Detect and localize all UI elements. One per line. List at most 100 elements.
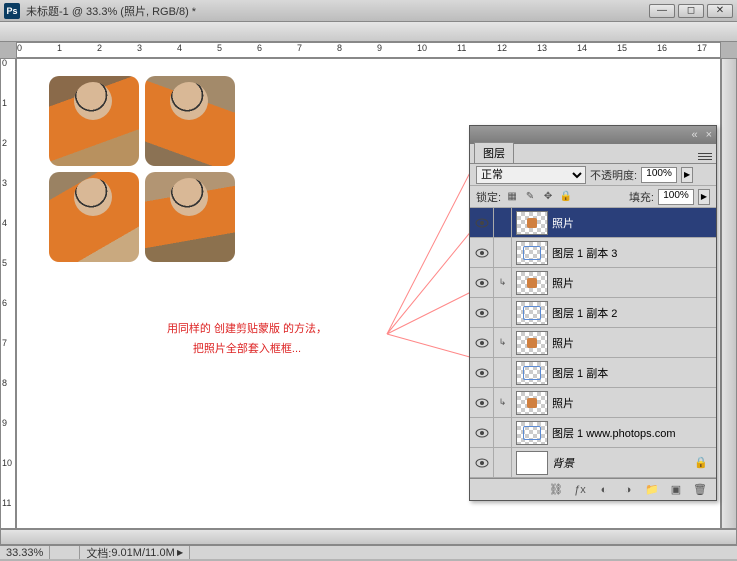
- panel-collapse-icon[interactable]: «: [691, 129, 697, 141]
- panel-tabs: 图层: [470, 144, 716, 164]
- ruler-h-number: 4: [177, 43, 182, 53]
- tab-layers[interactable]: 图层: [474, 142, 514, 163]
- doc-size-label: 文档:: [86, 545, 111, 561]
- visibility-toggle[interactable]: [470, 388, 494, 417]
- ruler-h-number: 12: [497, 43, 507, 53]
- lock-position-icon[interactable]: ✥: [541, 190, 555, 204]
- blend-mode-select[interactable]: 正常: [476, 166, 586, 184]
- opacity-flyout-icon[interactable]: ▶: [681, 167, 693, 183]
- link-layers-icon[interactable]: ⛓: [548, 482, 564, 498]
- visibility-toggle[interactable]: [470, 238, 494, 267]
- ruler-v-number: 7: [2, 339, 16, 347]
- clip-indicator: ↳: [494, 268, 512, 297]
- ruler-h-number: 8: [337, 43, 342, 53]
- lock-paint-icon[interactable]: ✎: [523, 190, 537, 204]
- layer-name[interactable]: 照片: [552, 395, 574, 411]
- layer-row[interactable]: 图层 1 www.photops.com: [470, 418, 716, 448]
- layer-thumbnail[interactable]: [516, 211, 548, 235]
- layer-thumbnail[interactable]: [516, 241, 548, 265]
- layer-name[interactable]: 图层 1 副本 3: [552, 245, 617, 261]
- visibility-toggle[interactable]: [470, 358, 494, 387]
- layer-style-icon[interactable]: ƒx: [572, 482, 588, 498]
- layer-row[interactable]: ↳ 照片: [470, 268, 716, 298]
- ruler-h-number: 7: [297, 43, 302, 53]
- panel-close-icon[interactable]: ×: [706, 129, 712, 141]
- visibility-toggle[interactable]: [470, 328, 494, 357]
- opacity-field[interactable]: 100%: [641, 167, 677, 183]
- new-layer-icon[interactable]: ▣: [668, 482, 684, 498]
- lock-transparency-icon[interactable]: ▦: [505, 190, 519, 204]
- ruler-v-number: 1: [2, 99, 16, 107]
- clip-indicator: ↳: [494, 328, 512, 357]
- clip-indicator: [494, 358, 512, 387]
- layer-thumbnail[interactable]: [516, 331, 548, 355]
- clip-indicator: [494, 448, 512, 477]
- layer-name[interactable]: 照片: [552, 275, 574, 291]
- visibility-toggle[interactable]: [470, 268, 494, 297]
- clip-indicator: [494, 208, 512, 237]
- layer-row[interactable]: 图层 1 副本: [470, 358, 716, 388]
- ruler-v-number: 9: [2, 419, 16, 427]
- layer-name[interactable]: 照片: [552, 215, 574, 231]
- ruler-h-number: 17: [697, 43, 707, 53]
- ruler-v-number: 6: [2, 299, 16, 307]
- panel-footer: ⛓ ƒx ◐ ◑ 📁 ▣ 🗑: [470, 478, 716, 500]
- fill-label: 填充:: [629, 189, 654, 205]
- clip-indicator: [494, 238, 512, 267]
- layer-mask-icon[interactable]: ◐: [596, 482, 612, 498]
- ruler-h-number: 14: [577, 43, 587, 53]
- close-button[interactable]: ✕: [707, 4, 733, 18]
- scrollbar-horizontal[interactable]: [0, 529, 737, 545]
- layer-name[interactable]: 背景: [552, 455, 574, 471]
- layer-name[interactable]: 图层 1 副本: [552, 365, 608, 381]
- layer-thumbnail[interactable]: [516, 421, 548, 445]
- opacity-label: 不透明度:: [590, 167, 637, 183]
- layer-thumbnail[interactable]: [516, 391, 548, 415]
- ruler-horizontal[interactable]: 01234567891011121314151617: [16, 42, 721, 58]
- fill-field[interactable]: 100%: [658, 189, 694, 205]
- layer-row[interactable]: 照片: [470, 208, 716, 238]
- adjustment-layer-icon[interactable]: ◑: [620, 482, 636, 498]
- minimize-button[interactable]: —: [649, 4, 675, 18]
- layer-thumbnail[interactable]: [516, 451, 548, 475]
- visibility-toggle[interactable]: [470, 208, 494, 237]
- ruler-vertical[interactable]: 0123456789101112: [0, 58, 16, 529]
- chevron-right-icon[interactable]: ▶: [175, 548, 183, 557]
- layer-row[interactable]: ↳照片: [470, 388, 716, 418]
- lock-fill-row: 锁定: ▦ ✎ ✥ 🔒 填充: 100% ▶: [470, 186, 716, 208]
- panel-menu-icon[interactable]: [698, 149, 712, 163]
- fill-flyout-icon[interactable]: ▶: [698, 189, 710, 205]
- ruler-h-number: 2: [97, 43, 102, 53]
- ruler-v-number: 5: [2, 259, 16, 267]
- layer-thumbnail[interactable]: [516, 271, 548, 295]
- ruler-h-number: 11: [457, 43, 466, 53]
- lock-all-icon[interactable]: 🔒: [559, 190, 573, 204]
- layer-name[interactable]: 照片: [552, 335, 574, 351]
- visibility-toggle[interactable]: [470, 298, 494, 327]
- scrollbar-vertical[interactable]: [721, 58, 737, 529]
- layer-name[interactable]: 图层 1 副本 2: [552, 305, 617, 321]
- layer-name[interactable]: 图层 1 www.photops.com: [552, 425, 676, 441]
- blend-opacity-row: 正常 不透明度: 100% ▶: [470, 164, 716, 186]
- maximize-button[interactable]: ◻: [678, 4, 704, 18]
- app-icon: Ps: [4, 3, 20, 19]
- clip-indicator: [494, 418, 512, 447]
- layer-row[interactable]: 图层 1 副本 2: [470, 298, 716, 328]
- group-icon[interactable]: 📁: [644, 482, 660, 498]
- visibility-toggle[interactable]: [470, 418, 494, 447]
- delete-layer-icon[interactable]: 🗑: [692, 482, 708, 498]
- layer-row[interactable]: 背景🔒: [470, 448, 716, 478]
- window-title: 未标题-1 @ 33.3% (照片, RGB/8) *: [26, 3, 649, 19]
- layer-row[interactable]: ↳ 照片: [470, 328, 716, 358]
- options-bar: [0, 22, 737, 42]
- layers-panel[interactable]: « × 图层 正常 不透明度: 100% ▶ 锁定: ▦ ✎ ✥ 🔒 填充: 1…: [469, 125, 717, 501]
- annotation-text: 用同样的 创建剪贴蒙版 的方法， 把照片全部套入框框...: [97, 319, 397, 359]
- ruler-v-number: 10: [2, 459, 16, 467]
- visibility-toggle[interactable]: [470, 448, 494, 477]
- layer-thumbnail[interactable]: [516, 301, 548, 325]
- zoom-level[interactable]: 33.33%: [0, 546, 50, 559]
- layer-thumbnail[interactable]: [516, 361, 548, 385]
- ruler-h-number: 1: [57, 43, 62, 53]
- doc-size[interactable]: 文档: 9.01M/11.0M ▶: [80, 546, 190, 559]
- layer-row[interactable]: 图层 1 副本 3: [470, 238, 716, 268]
